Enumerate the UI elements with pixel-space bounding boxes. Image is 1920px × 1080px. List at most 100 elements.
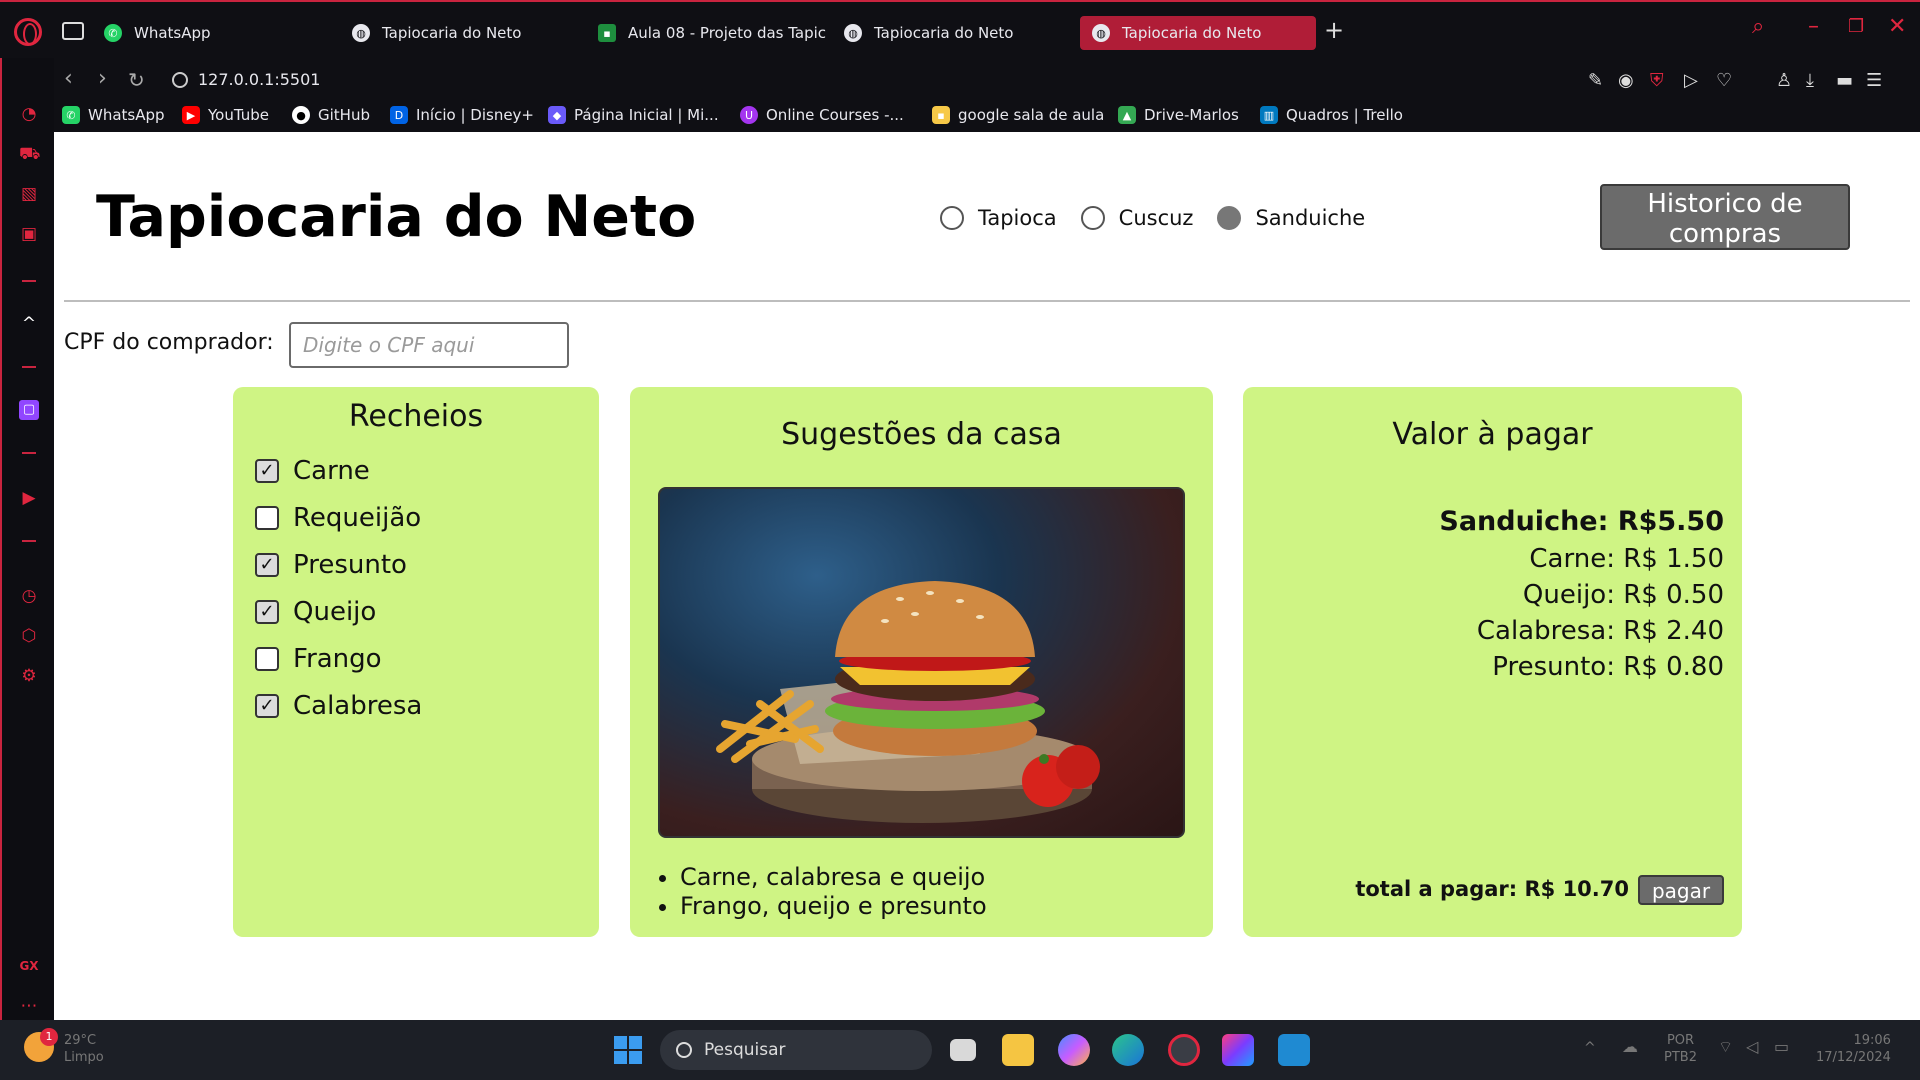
- hot-tabs-icon[interactable]: ▣: [19, 224, 39, 244]
- gx-logo-icon[interactable]: GX: [19, 956, 39, 976]
- tab-tapiocaria-1[interactable]: ◍ Tapiocaria do Neto: [340, 16, 580, 50]
- heart-icon[interactable]: ♡: [1716, 70, 1732, 91]
- filling-label: Requeijão: [293, 502, 422, 533]
- language-indicator[interactable]: POR PTB2: [1664, 1032, 1697, 1066]
- bookmark-whatsapp[interactable]: ✆ WhatsApp: [62, 106, 165, 124]
- bookmark-drive[interactable]: ▲ Drive-Marlos: [1118, 106, 1239, 124]
- taskbar-search[interactable]: Pesquisar: [660, 1030, 932, 1070]
- onedrive-icon[interactable]: ☁: [1622, 1038, 1638, 1055]
- reload-icon[interactable]: ↻: [128, 68, 145, 92]
- copilot-icon[interactable]: [1058, 1034, 1090, 1066]
- checkbox-checked[interactable]: ✓: [255, 693, 279, 718]
- new-tab-button[interactable]: +: [1324, 16, 1344, 44]
- gx-corner-icon[interactable]: ▧: [19, 184, 39, 204]
- player-icon[interactable]: ▶: [19, 488, 39, 508]
- vscode-icon[interactable]: [1278, 1034, 1310, 1066]
- browser-sidebar: ◔ ⛟ ▧ ▣ ^ ▢ ▶ ◷ ⬡ ⚙ GX ⋯: [0, 58, 54, 1020]
- filling-queijo[interactable]: ✓ Queijo: [255, 588, 422, 635]
- globe-icon: ◍: [1092, 24, 1110, 42]
- gx-control-icon[interactable]: ⛟: [19, 144, 40, 164]
- checkbox-checked[interactable]: ✓: [255, 458, 279, 483]
- filling-calabresa[interactable]: ✓ Calabresa: [255, 682, 422, 729]
- tab-tapiocaria-2[interactable]: ◍ Tapiocaria do Neto: [832, 16, 1072, 50]
- back-icon[interactable]: ‹: [64, 66, 73, 91]
- shield-icon[interactable]: ⛨: [1650, 70, 1664, 91]
- tray-chevron-icon[interactable]: ^: [1584, 1040, 1596, 1057]
- sidebar-divider: [22, 366, 36, 368]
- classroom-icon: ▪: [598, 24, 616, 42]
- bookmark-github[interactable]: ● GitHub: [292, 106, 370, 124]
- radio-cuscuz[interactable]: Cuscuz: [1080, 206, 1193, 230]
- send-icon[interactable]: ▷: [1684, 70, 1698, 91]
- fillings-card: Recheios ✓ Carne Requeijão ✓ Presunto ✓ Que…: [233, 387, 599, 937]
- cpf-input[interactable]: [289, 322, 569, 368]
- twitch-icon[interactable]: ▢: [19, 400, 39, 420]
- suggestion-item: Frango, queijo e presunto: [680, 892, 987, 921]
- search-icon: [676, 1042, 692, 1058]
- radio-circle[interactable]: [1080, 206, 1105, 230]
- bookmark-disney[interactable]: D Início | Disney+: [390, 106, 534, 124]
- bookmark-microsoft[interactable]: ◆ Página Inicial | Mi...: [548, 106, 719, 124]
- windows-start-icon[interactable]: [612, 1034, 644, 1066]
- aria-icon[interactable]: ^: [19, 314, 39, 334]
- filling-frango[interactable]: Frango: [255, 635, 422, 682]
- opera-gx-icon[interactable]: [1168, 1034, 1200, 1066]
- settings-icon[interactable]: ⚙: [19, 666, 39, 686]
- bookmark-udemy[interactable]: U Online Courses -...: [740, 106, 904, 124]
- filling-presunto[interactable]: ✓ Presunto: [255, 541, 422, 588]
- pay-button[interactable]: pagar: [1638, 875, 1724, 905]
- tab-label: Tapiocaria do Neto: [382, 24, 522, 42]
- minimize-button[interactable]: –: [1808, 14, 1819, 39]
- profile-icon[interactable]: ♙: [1776, 70, 1792, 91]
- opera-logo-icon[interactable]: [14, 18, 42, 46]
- checkbox[interactable]: [255, 646, 279, 671]
- bookmark-youtube[interactable]: ▶ YouTube: [182, 106, 269, 124]
- radio-circle[interactable]: [940, 206, 964, 230]
- microsoft-icon: ◆: [548, 106, 566, 124]
- intellij-icon[interactable]: [1222, 1034, 1254, 1066]
- url-field[interactable]: 127.0.0.1:5501: [172, 70, 320, 89]
- restore-button[interactable]: ❐: [1848, 16, 1864, 37]
- checkbox-checked[interactable]: ✓: [255, 599, 279, 624]
- wifi-icon[interactable]: ⌔: [1718, 1038, 1733, 1055]
- youtube-icon: ▶: [182, 106, 200, 124]
- site-info-icon[interactable]: [172, 71, 188, 88]
- speed-dial-icon[interactable]: ◔: [19, 104, 39, 124]
- page-title: Tapiocaria do Neto: [96, 184, 697, 250]
- volume-icon[interactable]: ◁: [1746, 1038, 1758, 1055]
- radio-tapioca[interactable]: Tapioca: [940, 206, 1057, 230]
- tab-aula-08[interactable]: ▪ Aula 08 - Projeto das Tapic: [586, 16, 826, 50]
- checkbox[interactable]: [255, 505, 279, 530]
- camera-icon[interactable]: ◉: [1618, 70, 1634, 91]
- menu-icon[interactable]: ☰: [1866, 70, 1882, 91]
- task-view-icon[interactable]: [950, 1039, 976, 1061]
- tab-whatsapp[interactable]: ✆ WhatsApp: [92, 16, 332, 50]
- filling-carne[interactable]: ✓ Carne: [255, 447, 422, 494]
- extensions-icon[interactable]: ⬡: [19, 626, 39, 646]
- filling-label: Queijo: [293, 596, 377, 627]
- search-tabs-icon[interactable]: ⌕: [1752, 14, 1764, 39]
- file-explorer-icon[interactable]: [1002, 1034, 1034, 1066]
- weather-widget[interactable]: 29°C Limpo: [64, 1032, 104, 1066]
- tab-label: Tapiocaria do Neto: [1122, 24, 1262, 42]
- history-icon[interactable]: ◷: [19, 586, 39, 606]
- tab-tapiocaria-active[interactable]: ◍ Tapiocaria do Neto: [1080, 16, 1316, 50]
- bookmark-google-classroom[interactable]: ▪ google sala de aula: [932, 106, 1104, 124]
- radio-sanduiche[interactable]: Sanduiche: [1217, 206, 1365, 230]
- globe-icon: ◍: [844, 24, 862, 42]
- bookmark-trello[interactable]: ▥ Quadros | Trello: [1260, 106, 1403, 124]
- close-button[interactable]: ✕: [1888, 14, 1906, 39]
- clock[interactable]: 19:06 17/12/2024: [1816, 1032, 1891, 1066]
- battery-icon[interactable]: ▬: [1836, 70, 1853, 91]
- battery-icon[interactable]: ▭: [1774, 1038, 1789, 1055]
- download-icon[interactable]: ⤓: [1806, 70, 1814, 91]
- more-icon[interactable]: ⋯: [19, 996, 39, 1016]
- tab-list-icon[interactable]: [62, 22, 84, 40]
- purchase-history-button[interactable]: Historico de compras: [1600, 184, 1850, 250]
- filling-requeijao[interactable]: Requeijão: [255, 494, 422, 541]
- radio-circle-selected[interactable]: [1217, 206, 1242, 230]
- checkbox-checked[interactable]: ✓: [255, 552, 279, 577]
- edge-icon[interactable]: [1112, 1034, 1144, 1066]
- forward-icon[interactable]: ›: [98, 66, 107, 91]
- edit-icon[interactable]: ✎: [1588, 70, 1603, 91]
